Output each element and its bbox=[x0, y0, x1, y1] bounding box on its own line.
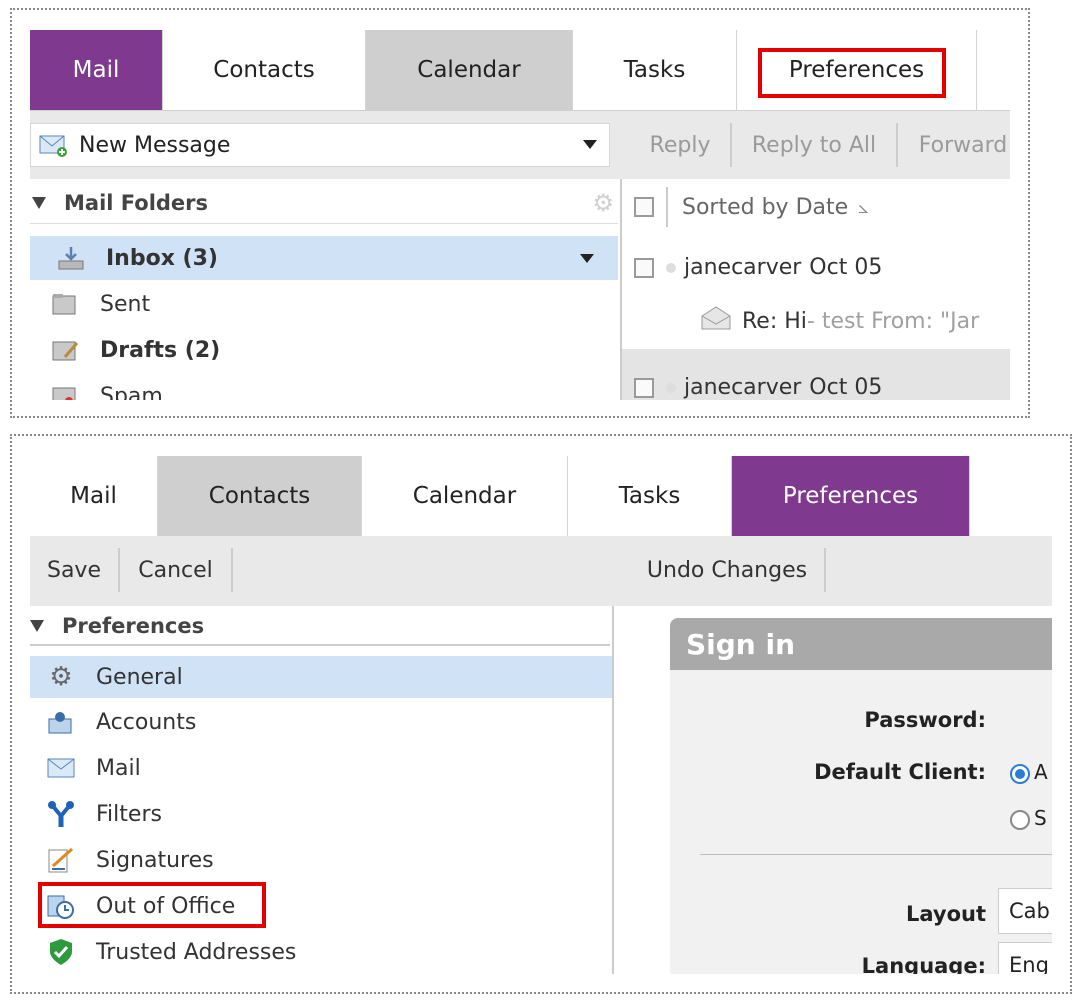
folder-drafts[interactable]: Drafts (2) bbox=[30, 328, 618, 372]
pref-item-trusted-addresses[interactable]: Trusted Addresses bbox=[30, 930, 612, 974]
gear-icon[interactable]: ⚙ bbox=[592, 189, 614, 217]
signin-box: Sign in Password: Default Client: A S La… bbox=[670, 618, 1052, 974]
shield-icon bbox=[46, 938, 76, 966]
inbox-icon bbox=[56, 244, 86, 272]
default-client-label: Default Client: bbox=[814, 760, 986, 784]
tab-tasks[interactable]: Tasks bbox=[568, 456, 732, 536]
folder-label: Drafts (2) bbox=[100, 337, 221, 363]
preferences-view-panel: Mail Contacts Calendar Tasks Preferences… bbox=[30, 456, 1052, 974]
layout-label: Layout bbox=[905, 902, 986, 926]
tab-contacts[interactable]: Contacts bbox=[158, 456, 362, 536]
folder-label: Sent bbox=[100, 291, 151, 317]
tab-contacts[interactable]: Contacts bbox=[163, 30, 366, 110]
pref-item-label: Trusted Addresses bbox=[96, 939, 297, 965]
radio-s-label: S bbox=[1034, 806, 1047, 830]
message-checkbox[interactable] bbox=[634, 257, 654, 278]
main-tabs: Mail Contacts Calendar Tasks Preferences bbox=[30, 456, 1052, 537]
pref-item-label: General bbox=[96, 664, 183, 690]
folder-inbox[interactable]: Inbox (3) bbox=[30, 236, 618, 280]
cancel-button[interactable]: Cancel bbox=[120, 548, 233, 592]
message-date: Oct 05 bbox=[809, 375, 883, 400]
settings-content: Sign in Password: Default Client: A S La… bbox=[614, 606, 1052, 974]
out-of-office-highlight bbox=[38, 882, 266, 928]
mail-folders-header[interactable]: Mail Folders ⚙ bbox=[30, 183, 618, 224]
unread-dot-icon bbox=[666, 262, 676, 273]
filter-icon bbox=[46, 800, 76, 828]
select-all-checkbox[interactable] bbox=[634, 197, 654, 217]
mail-view-panel: Mail Contacts Calendar Tasks Preferences… bbox=[30, 30, 1010, 400]
mail-folders-title: Mail Folders bbox=[64, 191, 209, 215]
radio-a-label: A bbox=[1034, 760, 1048, 784]
collapse-triangle-icon[interactable] bbox=[30, 620, 44, 632]
signin-title: Sign in bbox=[670, 618, 1052, 670]
message-sender: janecarver bbox=[684, 375, 802, 400]
chevron-down-icon[interactable] bbox=[583, 140, 597, 149]
layout-select[interactable]: Cab bbox=[998, 888, 1052, 934]
gear-icon: ⚙ bbox=[49, 662, 73, 692]
new-message-button[interactable]: New Message bbox=[30, 123, 610, 167]
chevron-down-icon[interactable] bbox=[580, 254, 594, 263]
folder-sent[interactable]: Sent bbox=[30, 282, 618, 326]
reply-all-button[interactable]: Reply to All bbox=[732, 123, 898, 167]
message-preview: - test From: "Jar bbox=[806, 308, 980, 334]
default-client-radio-a[interactable] bbox=[1010, 764, 1030, 784]
forward-button[interactable]: Forward bbox=[898, 123, 1010, 167]
collapse-triangle-icon[interactable] bbox=[32, 197, 46, 209]
sort-direction-icon[interactable]: ⦣ bbox=[858, 197, 868, 218]
new-message-icon bbox=[39, 131, 69, 159]
pref-item-label: Accounts bbox=[96, 709, 197, 735]
pref-item-filters[interactable]: Filters bbox=[30, 792, 612, 836]
default-client-radio-s[interactable] bbox=[1010, 810, 1030, 830]
divider bbox=[700, 854, 1052, 855]
language-value: Eng bbox=[1009, 953, 1049, 974]
preferences-highlight bbox=[758, 48, 946, 98]
undo-changes-button[interactable]: Undo Changes bbox=[630, 548, 826, 592]
sort-header: Sorted by Date ⦣ bbox=[634, 187, 869, 227]
pref-item-label: Filters bbox=[96, 801, 162, 827]
accounts-icon bbox=[46, 708, 76, 736]
message-row[interactable]: janecarver Oct 05 Re: Hi - test From: "J… bbox=[622, 239, 1010, 349]
message-date: Oct 05 bbox=[809, 255, 883, 280]
folder-label: Inbox (3) bbox=[106, 245, 218, 271]
message-list: Sorted by Date ⦣ janecarver Oct 05 Re: H… bbox=[622, 179, 1010, 400]
tab-calendar[interactable]: Calendar bbox=[362, 456, 568, 536]
preferences-title: Preferences bbox=[62, 614, 205, 638]
reply-button[interactable]: Reply bbox=[630, 123, 732, 167]
sent-icon bbox=[50, 290, 80, 318]
language-label: Language: bbox=[861, 954, 986, 974]
pref-item-label: Mail bbox=[96, 755, 141, 781]
pref-item-signatures[interactable]: Signatures bbox=[30, 838, 612, 882]
pref-item-accounts[interactable]: Accounts bbox=[30, 700, 612, 744]
folder-label: Spam bbox=[100, 383, 163, 401]
drafts-icon bbox=[50, 336, 80, 364]
message-checkbox[interactable] bbox=[634, 377, 654, 398]
mail-toolbar: New Message Reply Reply to All Forward bbox=[30, 111, 1010, 179]
message-sender: janecarver bbox=[684, 255, 802, 280]
unread-dot-icon bbox=[666, 382, 676, 393]
envelope-open-icon bbox=[700, 305, 732, 337]
save-button[interactable]: Save bbox=[30, 548, 120, 592]
tab-mail[interactable]: Mail bbox=[30, 456, 158, 536]
tab-mail[interactable]: Mail bbox=[30, 30, 163, 110]
new-message-label: New Message bbox=[79, 132, 231, 158]
layout-value: Cab bbox=[1009, 899, 1050, 923]
password-label: Password: bbox=[864, 708, 986, 732]
preferences-toolbar: Save Cancel Undo Changes bbox=[30, 536, 1052, 606]
message-row[interactable]: janecarver Oct 05 bbox=[622, 349, 1010, 400]
folder-spam[interactable]: Spam bbox=[30, 374, 618, 400]
sort-label[interactable]: Sorted by Date bbox=[682, 195, 848, 220]
tab-tasks[interactable]: Tasks bbox=[573, 30, 737, 110]
language-select[interactable]: Eng bbox=[998, 942, 1052, 974]
message-subject: Re: Hi bbox=[742, 308, 807, 334]
mail-icon bbox=[46, 754, 76, 782]
pref-item-label: Signatures bbox=[96, 847, 214, 873]
spam-icon bbox=[50, 382, 80, 400]
tab-calendar[interactable]: Calendar bbox=[366, 30, 573, 110]
pref-item-mail[interactable]: Mail bbox=[30, 746, 612, 790]
tab-preferences[interactable]: Preferences bbox=[732, 456, 970, 536]
pref-item-general[interactable]: ⚙ General bbox=[30, 656, 612, 698]
signature-icon bbox=[46, 846, 76, 874]
folder-pane: Mail Folders ⚙ Inbox (3) Sent Drafts (2) bbox=[30, 179, 622, 400]
preferences-header[interactable]: Preferences bbox=[30, 608, 610, 646]
